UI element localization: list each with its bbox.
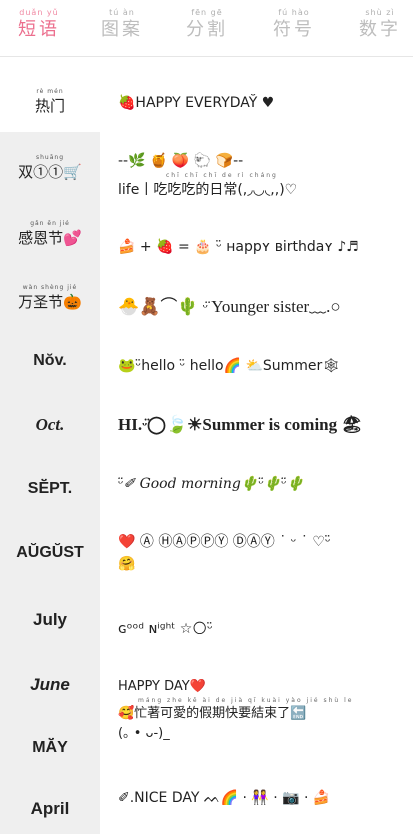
tab-numbers[interactable]: shù zì 数字: [345, 8, 413, 48]
sidebar-item-label: June: [30, 675, 70, 694]
phrase-item[interactable]: 🐣🧸⌒🌵 ᵕ̈ Younger sister﹏.○: [118, 296, 408, 319]
sidebar-item-thanksgiving[interactable]: gǎn ēn jié 感恩节💕: [0, 202, 100, 264]
tab-symbols[interactable]: fú hào 符号: [259, 8, 329, 48]
phrase-item[interactable]: HAPPY DAY❤️ máng zhe kě ài de jià qī kuà…: [118, 677, 408, 744]
sidebar-top-gap: [0, 57, 100, 70]
phrase-item[interactable]: HI.ᵕ̈◯🍃☀Summer is coming 🏖: [118, 414, 408, 437]
phrase-text: ✐.NICE DAY ᨓ🌈 · 👭 · 📷 · 🍰: [118, 790, 331, 806]
phrase-text: 🤗: [118, 556, 136, 572]
phrase-text: 🥰忙著可愛的假期快要結束了🔚: [118, 706, 307, 721]
sidebar-item-label: April: [30, 799, 70, 818]
sidebar-item-label: 感恩节💕: [18, 228, 82, 247]
sidebar-item-october[interactable]: Oct.: [0, 394, 100, 456]
phrase-text: --🌿 🍯 🍑 🐑 🍞--: [118, 153, 244, 169]
sidebar-item-pinyin: gǎn ēn jié: [30, 219, 70, 227]
tab-pinyin: fēn gē: [191, 8, 223, 17]
tab-pinyin: fú hào: [278, 8, 310, 17]
tab-patterns[interactable]: tú àn 图案: [87, 8, 157, 48]
phrase-item[interactable]: 🐸ᵕ̈hello ᵕ̈ hello🌈 ⛅Summer🕸: [118, 355, 408, 377]
sidebar-item-label: 双①①🛒: [18, 162, 82, 181]
sidebar-item-pinyin: shuāng: [35, 153, 65, 161]
tab-label: 分割: [186, 19, 228, 40]
sidebar-item-label: 热门: [34, 96, 65, 115]
phrase-text: ᵕ̈✐ Good morning🌵ᵕ̈🌵ᵕ̈🌵: [118, 476, 304, 492]
tab-pinyin: shù zì: [365, 8, 395, 17]
tab-pinyin: tú àn: [109, 8, 135, 17]
phrase-text: ɢᵒᵒᵈ ɴⁱᵍʰᵗ ☆🌕ᵕ̈: [118, 621, 213, 637]
sidebar-item-pinyin: wàn shèng jié: [22, 283, 78, 291]
phrase-text: 🐣🧸⌒🌵 ᵕ̈ Younger sister﹏.○: [118, 297, 341, 316]
sidebar-item-halloween[interactable]: wàn shèng jié 万圣节🎃: [0, 266, 100, 328]
sidebar-item-label: Oct.: [35, 415, 65, 434]
sidebar-item-label: SĔ̈PT.: [27, 480, 73, 497]
tab-label: 图案: [101, 19, 143, 40]
sidebar-item-label: Nŏv.: [33, 352, 67, 369]
phrase-item[interactable]: 🍓HAPPY EVERYDAY̆ ♥: [118, 92, 408, 114]
phrase-pinyin: chī chī chī de rì cháng: [166, 172, 278, 179]
phrase-text: life丨吃吃吃的日常(,◞◡◟,,)♡: [118, 182, 298, 198]
tab-dividers[interactable]: fēn gē 分割: [172, 8, 242, 48]
category-tab-bar: duǎn yǔ 短语 tú àn 图案 fēn gē 分割 fú hào 符号 …: [0, 0, 413, 57]
sidebar-item-label: 万圣节🎃: [18, 292, 82, 311]
sidebar-item-june[interactable]: June: [0, 655, 100, 715]
phrase-pinyin: máng zhe kě ài de jià qī kuài yào jié sh…: [138, 697, 354, 704]
phrase-item[interactable]: ɢᵒᵒᵈ ɴⁱᵍʰᵗ ☆🌕ᵕ̈: [118, 618, 408, 640]
sidebar-item-november[interactable]: Nŏv.: [0, 330, 100, 392]
phrase-item[interactable]: ✐.NICE DAY ᨓ🌈 · 👭 · 📷 · 🍰: [118, 787, 408, 809]
sidebar-item-label: MĂ̈Y: [32, 739, 68, 756]
sidebar-item-july[interactable]: July: [0, 590, 100, 650]
phrase-item[interactable]: 🍰 + 🍓 = 🎂 ᵕ̈ ʜappʏ ʙirthdaʏ ♪♬: [118, 236, 408, 258]
tab-label: 符号: [273, 19, 315, 40]
sidebar-item-popular[interactable]: rè mén 热门: [0, 70, 100, 132]
phrase-text: HI.ᵕ̈◯🍃☀Summer is coming 🏖: [118, 415, 363, 434]
tab-phrases[interactable]: duǎn yǔ 短语: [4, 8, 74, 48]
phrase-text: 🍓HAPPY EVERYDAY̆ ♥: [118, 95, 275, 111]
sidebar-item-august[interactable]: AŬGŬST: [0, 522, 100, 584]
phrase-text: ❤️ Ⓐ ⒽⒶⓅⓅⓎ ⒹⒶⓎ ˙ ᵕ ˙ ♡ᵕ̈: [118, 534, 331, 550]
sidebar-item-label: July: [32, 610, 68, 629]
phrase-text: (｡ • ᴗ-)_: [118, 726, 170, 741]
tab-label: 短语: [18, 19, 60, 40]
sidebar-item-double-eleven[interactable]: shuāng 双①①🛒: [0, 136, 100, 198]
sidebar-item-may[interactable]: MĂ̈Y: [0, 718, 100, 778]
phrase-item[interactable]: ❤️ Ⓐ ⒽⒶⓅⓅⓎ ⒹⒶⓎ ˙ ᵕ ˙ ♡ᵕ̈ 🤗: [118, 531, 408, 575]
phrase-text: 🍰 + 🍓 = 🎂 ᵕ̈ ʜappʏ ʙirthdaʏ ♪♬: [118, 239, 359, 255]
sidebar-item-label: AŬGŬST: [16, 544, 84, 561]
sidebar-item-pinyin: rè mén: [36, 87, 64, 95]
sidebar-item-april[interactable]: April: [0, 784, 100, 834]
phrase-item[interactable]: ᵕ̈✐ Good morning🌵ᵕ̈🌵ᵕ̈🌵: [118, 473, 408, 495]
tab-label: 数字: [359, 19, 401, 40]
phrase-text: HAPPY DAY❤️: [118, 679, 206, 694]
phrase-item[interactable]: --🌿 🍯 🍑 🐑 🍞-- chī chī chī de rì cháng li…: [118, 150, 408, 201]
tab-pinyin: duǎn yǔ: [19, 8, 59, 17]
sidebar-item-september[interactable]: SĔ̈PT.: [0, 458, 100, 520]
phrase-text: 🐸ᵕ̈hello ᵕ̈ hello🌈 ⛅Summer🕸: [118, 358, 341, 374]
